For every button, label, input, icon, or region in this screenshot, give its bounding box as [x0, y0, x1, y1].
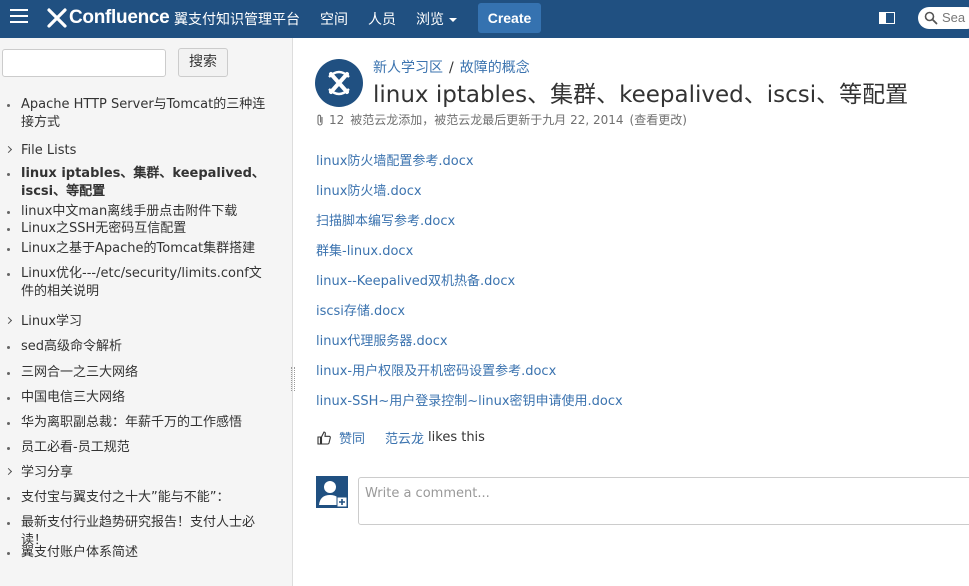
sidebar-tree-item-label: 中国电信三大网络 [21, 390, 126, 405]
attachment-link[interactable]: linux代理服务器.docx [316, 330, 448, 349]
chevron-down-icon [449, 18, 457, 22]
comment-input[interactable]: Write a comment... [358, 477, 969, 525]
search-icon [924, 11, 938, 25]
page-metadata: 12 被范云龙添加，被范云龙最后更新于九月 22, 2014 (查看更改) [315, 111, 687, 128]
sidebar-tree-item-label: Linux学习 [21, 314, 83, 329]
sidebar-tree-item-label: linux iptables、集群、keepalived、iscsi、等配置 [21, 166, 265, 199]
sidebar-tree-item[interactable]: Linux之SSH无密码互信配置 [7, 220, 266, 238]
thumbs-up-icon[interactable] [316, 430, 332, 446]
breadcrumb: 新人学习区 / 故障的概念 [373, 57, 530, 77]
sidebar-tree-item[interactable]: 员工必看-员工规范 [7, 439, 266, 457]
nav-browse-label: 浏览 [416, 12, 444, 28]
sidebar-tree-item-label: 华为离职副总裁：年薪千万的工作感悟 [21, 415, 243, 430]
bullet-icon [7, 273, 10, 276]
comment-placeholder: Write a comment... [365, 486, 490, 501]
nav-spaces[interactable]: 空间 [320, 9, 348, 29]
sidebar-tree-item[interactable]: Linux之基于Apache的Tomcat集群搭建 [7, 240, 266, 258]
sidebar-tree-item-label: linux中文man离线手册点击附件下载 [21, 204, 238, 219]
bullet-icon [7, 397, 10, 400]
confluence-logo[interactable]: Confluence [47, 6, 170, 30]
site-title[interactable]: 翼支付知识管理平台 [174, 9, 300, 29]
sidebar-tree-item[interactable]: 翼支付账户体系简述 [7, 544, 266, 562]
main-content: 新人学习区 / 故障的概念 linux iptables、集群、keepalived… [295, 38, 969, 586]
create-button[interactable]: Create [478, 3, 541, 33]
attachment-link[interactable]: linux-SSH~用户登录控制~linux密钥申请使用.docx [316, 390, 623, 409]
sidebar-search-button[interactable]: 搜索 [178, 48, 228, 77]
sidebar-tree-item-label: 三网合一之三大网络 [21, 365, 139, 380]
liker-name-link[interactable]: 范云龙 [385, 428, 424, 447]
attachment-link[interactable]: 扫描脚本编写参考.docx [316, 210, 455, 229]
default-user-icon [319, 481, 348, 508]
bullet-icon [7, 552, 10, 555]
sidebar-tree-item-label: File Lists [21, 143, 77, 158]
bullet-icon [7, 248, 10, 251]
page-byline: 被范云龙添加，被范云龙最后更新于九月 22, 2014 [350, 113, 624, 127]
user-avatar[interactable] [316, 476, 348, 508]
breadcrumb-link-2[interactable]: 故障的概念 [460, 60, 530, 76]
attachment-link[interactable]: linux防火墙.docx [316, 180, 422, 199]
like-button[interactable]: 赞同 [339, 428, 365, 447]
sidebar-tree-item-label: Linux之基于Apache的Tomcat集群搭建 [21, 241, 256, 256]
chevron-right-icon[interactable] [4, 316, 13, 325]
sidebar-tree-item[interactable]: 三网合一之三大网络 [7, 364, 266, 382]
nav-browse[interactable]: 浏览 [416, 9, 457, 29]
nav-people[interactable]: 人员 [368, 9, 396, 29]
likes-suffix: likes this [428, 430, 485, 445]
sidebar-tree-item-label: 翼支付账户体系简述 [21, 545, 139, 560]
paperclip-icon [317, 114, 323, 126]
bullet-icon [7, 422, 10, 425]
sidebar-search-input[interactable] [2, 49, 166, 77]
search-placeholder: Sea [942, 10, 966, 25]
attachment-count[interactable]: 12 [329, 113, 344, 127]
sidebar-tree-item-label: 学习分享 [21, 465, 74, 480]
sidebar-tree-item-label: 支付宝与翼支付之十大”能与不能”： [21, 490, 230, 505]
space-logo-icon [328, 70, 350, 96]
bullet-icon [7, 211, 10, 214]
attachment-link[interactable]: iscsi存储.docx [316, 300, 405, 319]
sidebar-tree-item[interactable]: Apache HTTP Server与Tomcat的三种连接方式 [7, 96, 266, 132]
sidebar-tree-item[interactable]: Linux优化---/etc/security/limits.conf文件的相关… [7, 265, 266, 301]
app-switcher-icon[interactable] [10, 9, 28, 27]
bullet-icon [7, 372, 10, 375]
bullet-icon [7, 104, 10, 107]
like-row: 赞同 范云龙 likes this [316, 428, 485, 447]
chevron-right-icon[interactable] [4, 467, 13, 476]
page-title: linux iptables、集群、keepalived、iscsi、等配置 [373, 82, 909, 108]
top-header: Confluence 翼支付知识管理平台 空间 人员 浏览 Create Sea [0, 0, 969, 38]
bullet-icon [7, 522, 10, 525]
sidebar-tree-item[interactable]: linux中文man离线手册点击附件下载 [7, 203, 266, 221]
sidebar-tree-item[interactable]: 中国电信三大网络 [7, 389, 266, 407]
header-search-input[interactable]: Sea [918, 7, 969, 29]
bullet-icon [7, 497, 10, 500]
breadcrumb-separator: / [449, 60, 454, 76]
view-changes-link[interactable]: (查看更改) [630, 111, 687, 128]
bullet-icon [7, 228, 10, 231]
bullet-icon [7, 346, 10, 349]
sidebar-tree-item-label: sed高级命令解析 [21, 339, 123, 354]
sidebar-tree-item-label: Apache HTTP Server与Tomcat的三种连接方式 [21, 97, 266, 130]
logo-text: Confluence [69, 7, 170, 28]
sidebar-tree-item[interactable]: 华为离职副总裁：年薪千万的工作感悟 [7, 414, 266, 432]
page-tree-sidebar: 搜索 Apache HTTP Server与Tomcat的三种连接方式 File … [0, 38, 295, 586]
bullet-icon [7, 173, 10, 176]
confluence-x-icon [47, 8, 67, 28]
attachment-link[interactable]: linux防火墙配置参考.docx [316, 150, 474, 169]
sidebar-tree-item[interactable]: 学习分享 [4, 464, 266, 482]
attachment-link[interactable]: linux--Keepalived双机热备.docx [316, 270, 515, 289]
sidebar-tree-item[interactable]: sed高级命令解析 [7, 338, 266, 356]
bullet-icon [7, 447, 10, 450]
sidebar-tree-item[interactable]: 支付宝与翼支付之十大”能与不能”： [7, 489, 266, 507]
breadcrumb-link-1[interactable]: 新人学习区 [373, 60, 443, 76]
sidebar-toggle-icon[interactable] [879, 12, 895, 24]
sidebar-tree-item[interactable]: File Lists [4, 142, 266, 160]
sidebar-tree-item-label: 员工必看-员工规范 [21, 440, 130, 455]
sidebar-tree-item[interactable]: Linux学习 [4, 313, 266, 331]
attachment-link[interactable]: linux-用户权限及开机密码设置参考.docx [316, 360, 556, 379]
sidebar-tree-item-label: Linux优化---/etc/security/limits.conf文件的相关… [21, 266, 262, 299]
attachment-link[interactable]: 群集-linux.docx [316, 240, 413, 259]
chevron-right-icon[interactable] [4, 145, 13, 154]
sidebar-tree-item[interactable]: linux iptables、集群、keepalived、iscsi、等配置 [7, 165, 266, 201]
sidebar-tree-item-label: Linux之SSH无密码互信配置 [21, 221, 187, 236]
space-avatar[interactable] [315, 59, 363, 107]
